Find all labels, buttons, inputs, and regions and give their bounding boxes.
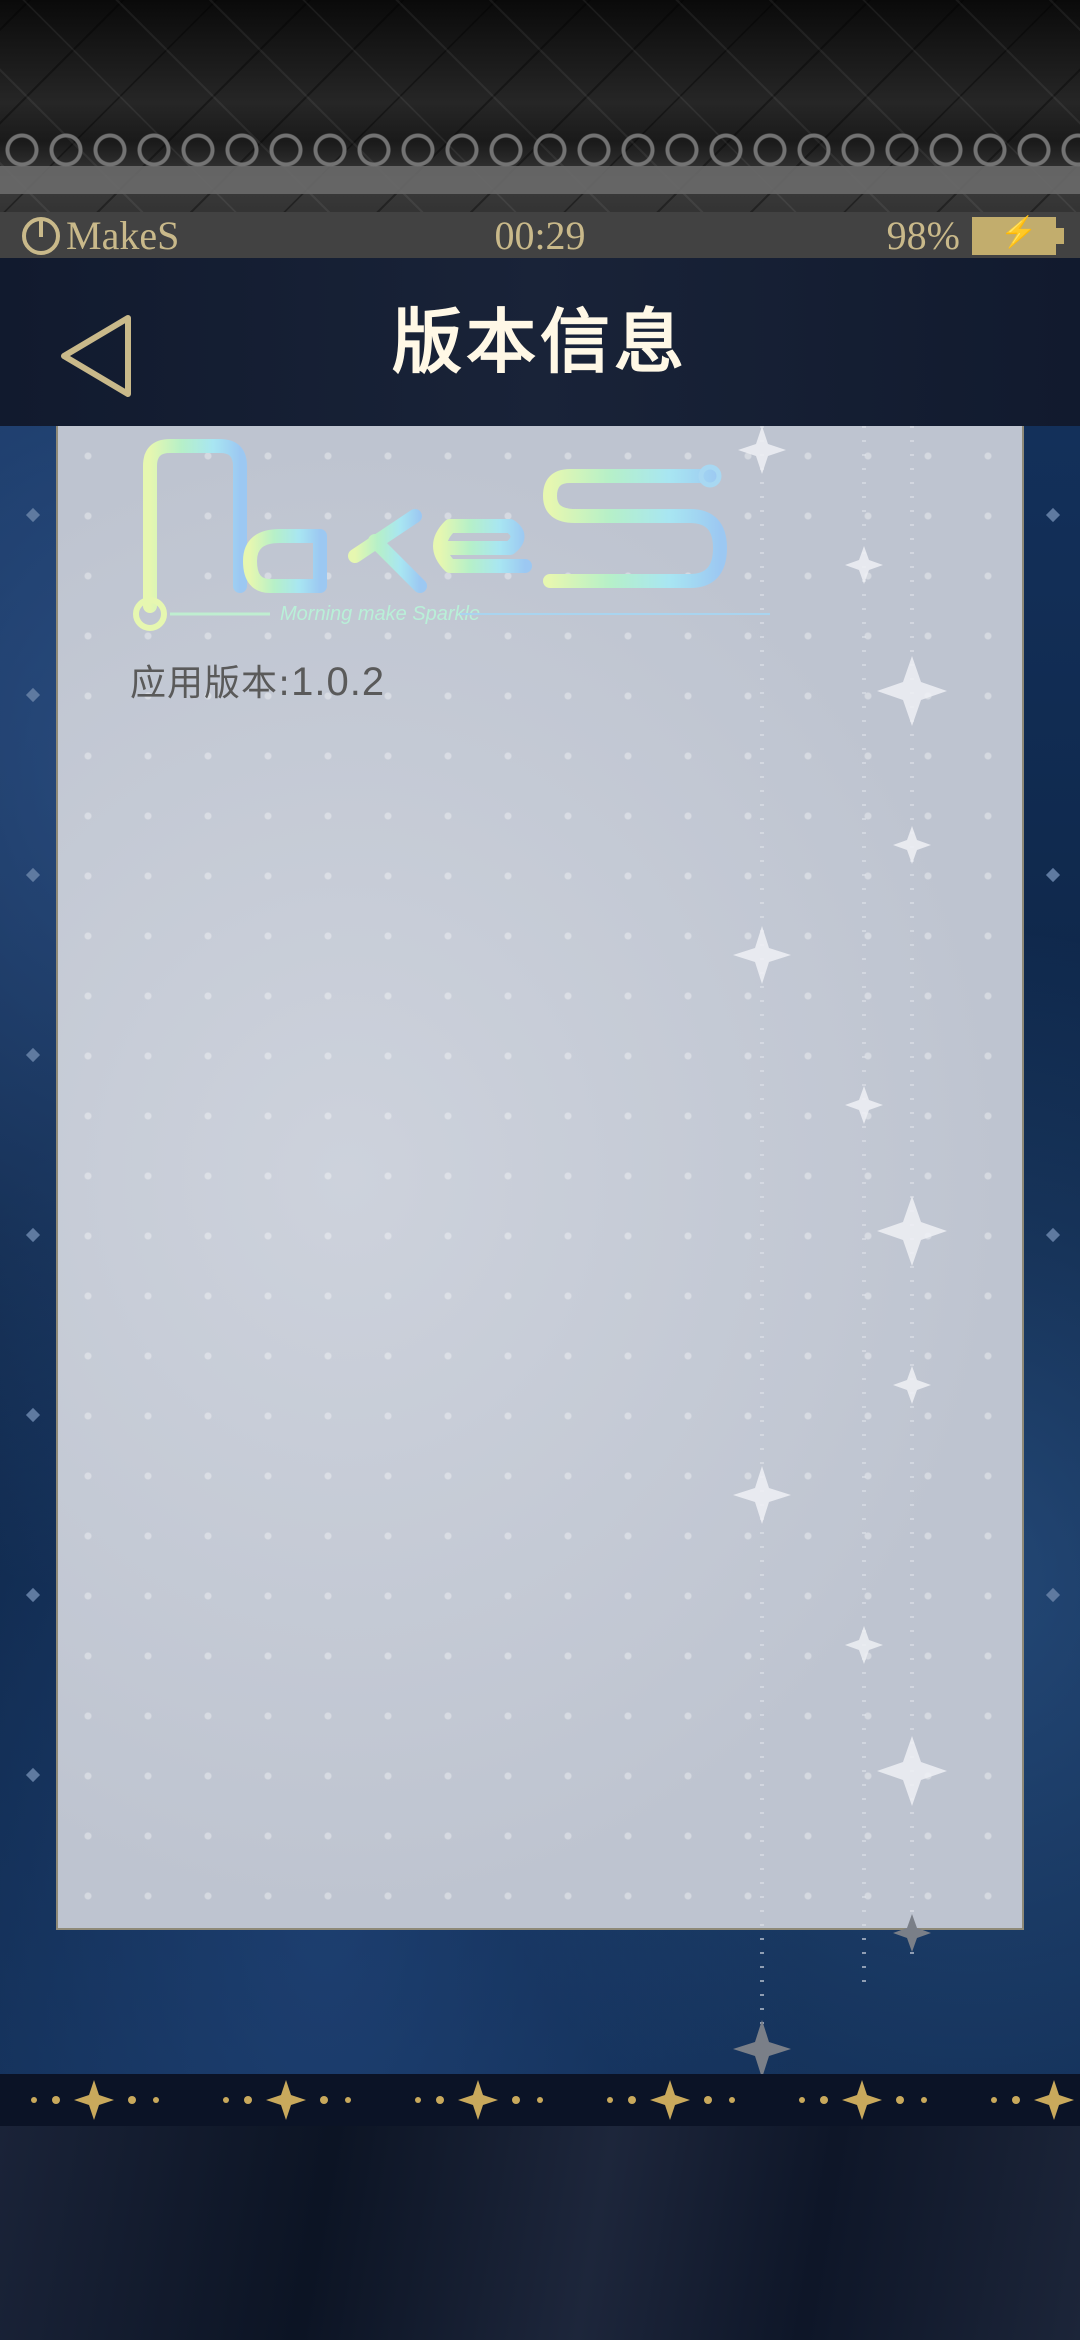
star-icon: [607, 2080, 735, 2120]
star-icon: [223, 2080, 351, 2120]
app-header: 版本信息: [0, 258, 1080, 426]
status-bar: MakeS 00:29 98%: [0, 212, 1080, 258]
content-panel: Morning make Sparkle 应用版本:1.0.2: [56, 426, 1024, 1930]
makes-logo: Morning make Sparkle: [133, 439, 770, 631]
bottom-bar: [0, 2126, 1080, 2340]
star-icon: [415, 2080, 543, 2120]
bottom-star-strip: [0, 2074, 1080, 2126]
version-number: 1.0.2: [291, 660, 386, 704]
back-button[interactable]: [54, 310, 138, 402]
logo-tagline: Morning make Sparkle: [280, 603, 480, 625]
back-arrow-icon: [61, 315, 131, 397]
battery-percent: 98%: [886, 213, 960, 258]
star-icon: [991, 2080, 1074, 2120]
panel-pattern: [58, 426, 1022, 1928]
battery-indicator: 98%: [886, 212, 1064, 259]
page-title: 版本信息: [392, 301, 688, 383]
star-icon: [799, 2080, 927, 2120]
app-version: 应用版本:1.0.2: [130, 654, 385, 706]
version-label: 应用版本:: [130, 663, 292, 704]
lace-border: [0, 132, 1080, 194]
battery-charging-icon: [972, 215, 1064, 255]
star-icon: [31, 2080, 159, 2120]
